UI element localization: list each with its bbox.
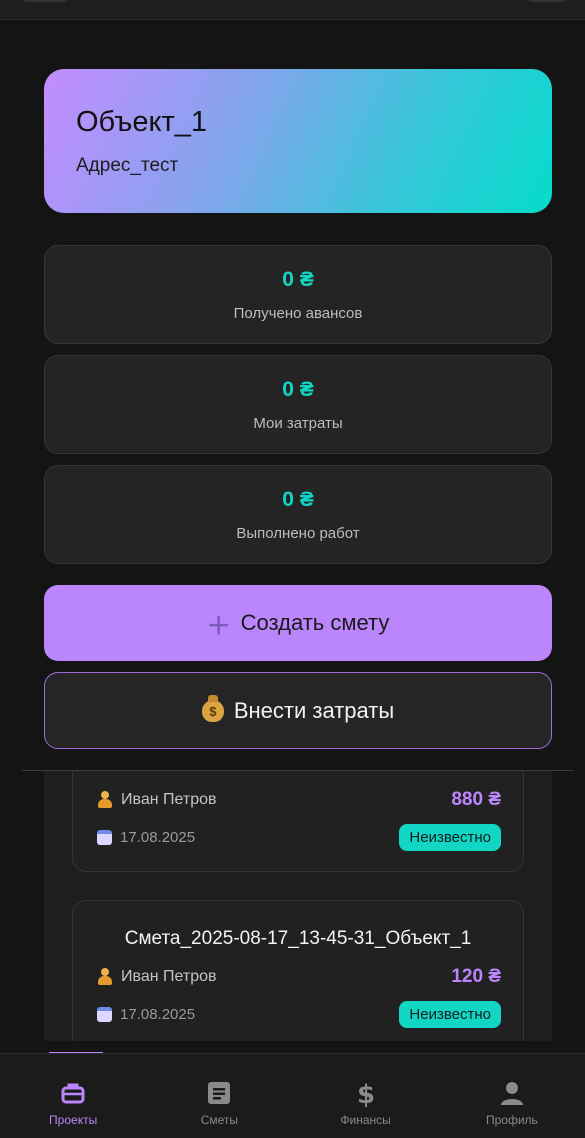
- menu-button[interactable]: [527, 0, 567, 2]
- stat-my-expenses: 0 ₴ Мои затраты: [44, 355, 552, 454]
- status-badge: Неизвестно: [399, 1001, 501, 1028]
- document-icon: [208, 1082, 231, 1104]
- nav-projects[interactable]: Проекты: [0, 1054, 146, 1138]
- dollar-icon: $: [357, 1080, 375, 1107]
- nav-profile[interactable]: Профиль: [439, 1054, 585, 1138]
- briefcase-icon: [61, 1083, 85, 1104]
- status-badge: Неизвестно: [399, 824, 501, 851]
- plus-icon: ＋: [206, 612, 231, 640]
- create-estimate-label: Создать смету: [240, 610, 390, 635]
- person-name: Иван Петров: [121, 968, 217, 985]
- estimate-amount: 880 ₴: [451, 789, 501, 810]
- bottom-navigation: Проекты Сметы $ Финансы Профиль: [0, 1053, 585, 1138]
- estimate-card[interactable]: Иван Петров 880 ₴ 17.08.2025 Неизвестно: [72, 771, 524, 872]
- stat-value: 0 ₴: [282, 378, 314, 401]
- estimate-date: 17.08.2025: [97, 1006, 195, 1023]
- svg-text:$: $: [357, 1080, 375, 1107]
- estimate-date: 17.08.2025: [97, 829, 195, 846]
- nav-label: Проекты: [49, 1113, 98, 1127]
- estimate-person: Иван Петров: [97, 791, 217, 809]
- nav-label: Финансы: [340, 1113, 391, 1127]
- project-address: Адрес_тест: [76, 155, 179, 176]
- person-icon: [97, 791, 113, 809]
- money-bag-icon: $: [201, 694, 224, 722]
- date-text: 17.08.2025: [120, 829, 196, 846]
- nav-label: Сметы: [200, 1113, 239, 1127]
- estimate-person: Иван Петров: [97, 968, 217, 986]
- estimates-list[interactable]: Иван Петров 880 ₴ 17.08.2025 Неизвестно …: [44, 771, 552, 1041]
- add-expenses-label: Внести затраты: [233, 697, 395, 723]
- stat-value: 0 ₴: [282, 268, 314, 291]
- stat-label: Получено авансов: [233, 305, 363, 322]
- person-icon: [97, 968, 113, 986]
- add-expenses-button[interactable]: $ Внести затраты: [44, 672, 552, 749]
- nav-estimates[interactable]: Сметы: [146, 1054, 292, 1138]
- stat-label: Мои затраты: [253, 415, 343, 432]
- calendar-icon: [97, 1007, 112, 1022]
- date-text: 17.08.2025: [120, 1006, 196, 1023]
- stat-work-completed: 0 ₴ Выполнено работ: [44, 465, 552, 564]
- person-icon: [500, 1082, 523, 1105]
- estimate-amount: 120 ₴: [451, 966, 501, 987]
- back-button[interactable]: [22, 0, 68, 2]
- person-name: Иван Петров: [121, 791, 217, 808]
- estimate-row-bottom: 17.08.2025 Неизвестно: [97, 824, 501, 851]
- stat-label: Выполнено работ: [236, 525, 360, 542]
- project-header-card: Объект_1 Адрес_тест: [44, 69, 552, 213]
- estimate-row-bottom: 17.08.2025 Неизвестно: [97, 1001, 501, 1028]
- calendar-icon: [97, 830, 112, 845]
- nav-finances[interactable]: $ Финансы: [293, 1054, 439, 1138]
- stat-value: 0 ₴: [282, 488, 314, 511]
- estimate-title: Смета_2025-08-17_13-45-31_Объект_1: [124, 928, 472, 949]
- create-estimate-button[interactable]: ＋ Создать смету: [44, 585, 552, 661]
- estimate-card[interactable]: Смета_2025-08-17_13-45-31_Объект_1 Иван …: [72, 900, 524, 1041]
- project-title: Объект_1: [76, 106, 208, 138]
- stat-advances-received: 0 ₴ Получено авансов: [44, 245, 552, 344]
- nav-label: Профиль: [485, 1113, 538, 1127]
- estimate-row-top: Иван Петров 120 ₴: [97, 966, 501, 988]
- estimate-row-top: Иван Петров 880 ₴: [97, 789, 501, 811]
- top-bar: [0, 0, 585, 20]
